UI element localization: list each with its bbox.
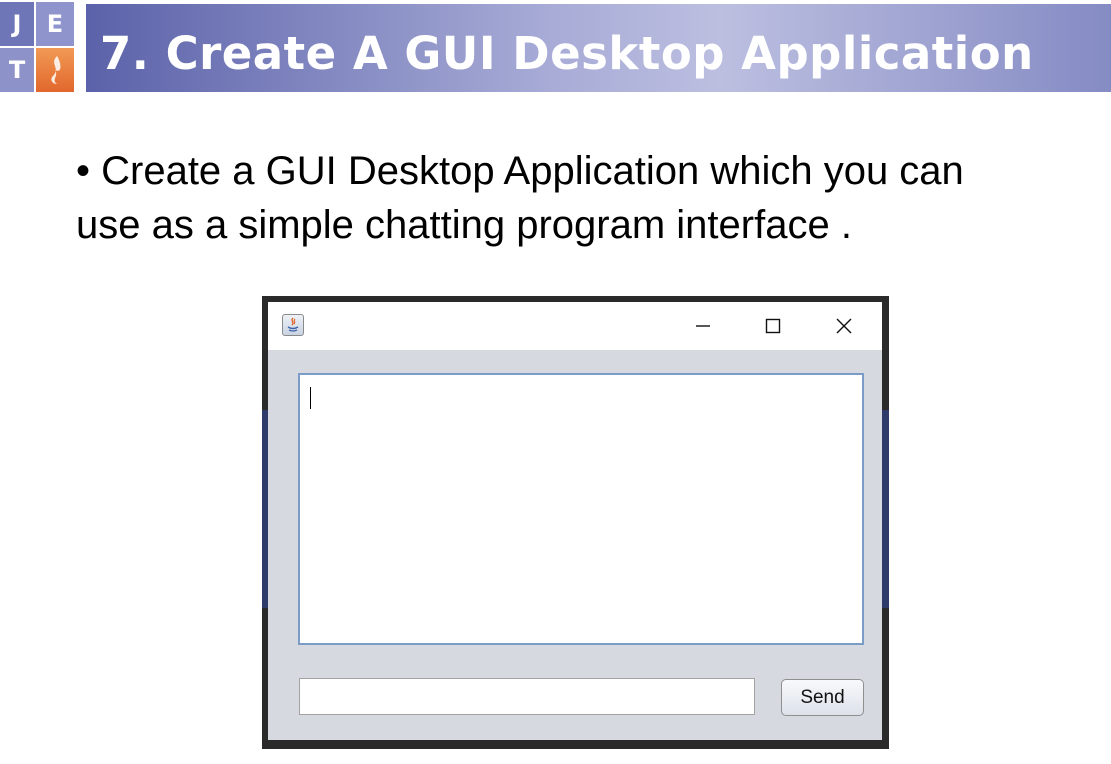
window-titlebar[interactable] bbox=[268, 302, 882, 350]
send-button[interactable]: Send bbox=[781, 679, 864, 716]
bullet-line-1: • Create a GUI Desktop Application which… bbox=[76, 149, 964, 193]
logo-letter-t: T bbox=[0, 48, 34, 92]
maximize-icon bbox=[765, 318, 781, 334]
logo-letter-j: J bbox=[0, 2, 34, 46]
minimize-icon bbox=[696, 325, 710, 327]
slide-title: 7. Create A GUI Desktop Application bbox=[100, 27, 1034, 80]
flame-icon bbox=[36, 48, 74, 92]
text-caret bbox=[310, 387, 311, 409]
jet-logo: J E T bbox=[0, 0, 84, 96]
logo-letter-e: E bbox=[36, 2, 74, 46]
maximize-button[interactable] bbox=[738, 302, 808, 350]
close-icon bbox=[836, 318, 852, 334]
java-cup-icon[interactable] bbox=[282, 314, 304, 336]
chat-text-area[interactable] bbox=[298, 373, 864, 645]
minimize-button[interactable] bbox=[668, 302, 738, 350]
bullet-point: • Create a GUI Desktop Application which… bbox=[76, 144, 1111, 252]
chat-window: Send bbox=[268, 302, 882, 740]
background-strip-right bbox=[882, 410, 889, 608]
message-input[interactable] bbox=[299, 678, 755, 715]
bullet-line-2: use as a simple chatting program interfa… bbox=[76, 203, 852, 247]
close-button[interactable] bbox=[809, 302, 879, 350]
